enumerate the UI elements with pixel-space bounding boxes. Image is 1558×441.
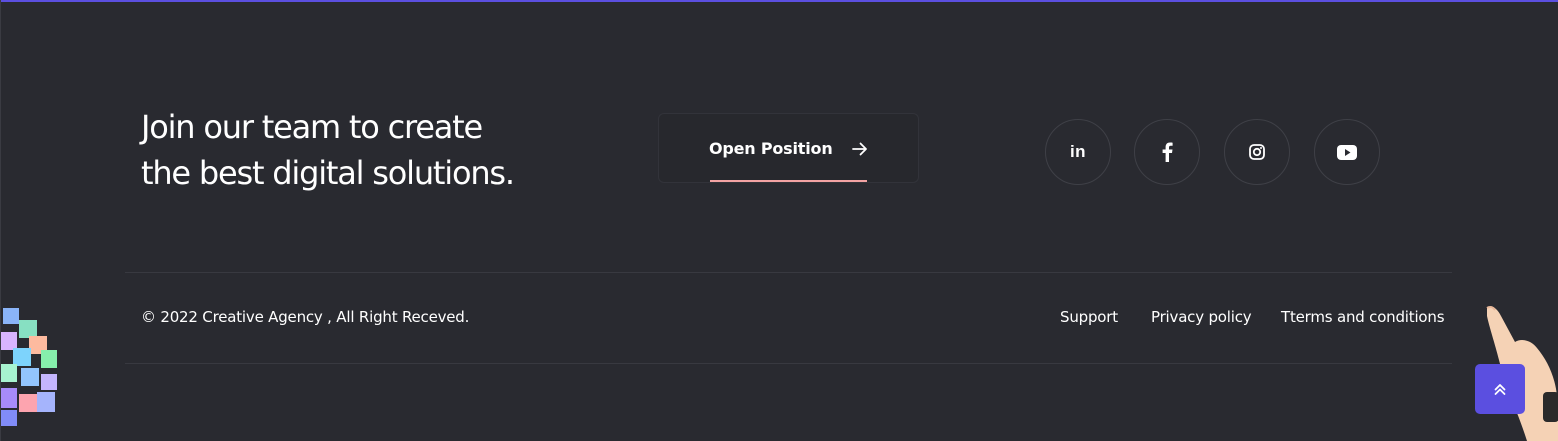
cta-headline: Join our team to create the best digital… bbox=[141, 104, 515, 196]
instagram-icon bbox=[1249, 144, 1265, 160]
footer-divider-bottom bbox=[125, 363, 1452, 364]
copyright-text: © 2022 Creative Agency , All Right Recev… bbox=[141, 308, 470, 326]
footer-link-support[interactable]: Support bbox=[1060, 308, 1118, 326]
footer-divider-top bbox=[125, 272, 1452, 273]
scroll-to-top-button[interactable] bbox=[1475, 364, 1525, 414]
linkedin-icon: in bbox=[1069, 142, 1087, 161]
cta-headline-line-2: the best digital solutions. bbox=[141, 154, 515, 192]
top-accent-bar bbox=[1, 0, 1558, 2]
cta-headline-line-1: Join our team to create bbox=[141, 108, 483, 146]
footer-link-terms[interactable]: Tterms and conditions bbox=[1281, 308, 1445, 326]
colorful-cube-illustration bbox=[1, 308, 57, 426]
arrow-right-icon bbox=[852, 142, 867, 156]
footer-link-privacy-policy[interactable]: Privacy policy bbox=[1151, 308, 1252, 326]
open-position-button[interactable]: Open Position bbox=[658, 113, 919, 183]
double-chevron-up-icon bbox=[1494, 384, 1506, 395]
youtube-icon bbox=[1337, 144, 1357, 160]
social-linkedin-button[interactable]: in bbox=[1045, 119, 1111, 185]
open-position-label: Open Position bbox=[709, 139, 833, 158]
social-facebook-button[interactable] bbox=[1134, 119, 1200, 185]
social-youtube-button[interactable] bbox=[1314, 119, 1380, 185]
facebook-icon bbox=[1162, 142, 1173, 162]
button-underline bbox=[710, 180, 867, 182]
social-instagram-button[interactable] bbox=[1224, 119, 1290, 185]
